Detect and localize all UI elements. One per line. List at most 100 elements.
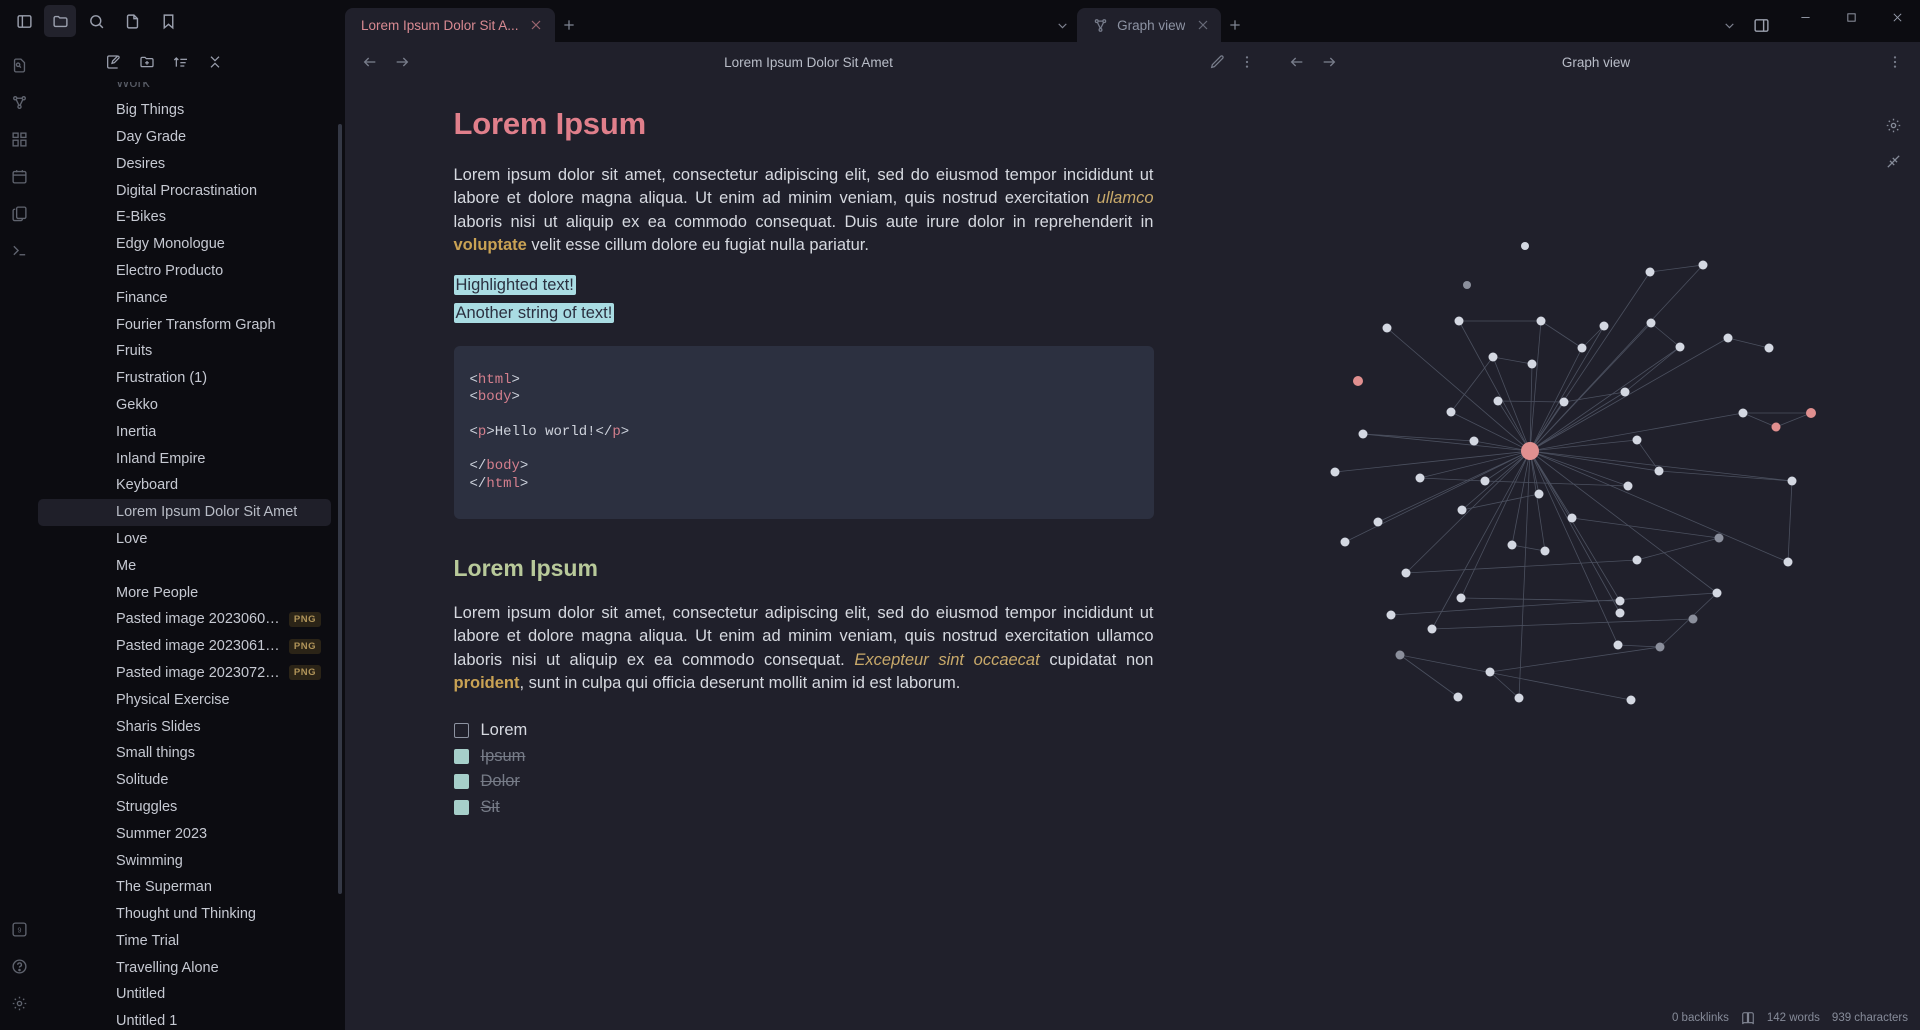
editor-content[interactable]: Lorem Ipsum Lorem ipsum dolor sit amet, …: [345, 82, 1272, 1030]
copy-icon[interactable]: [4, 198, 34, 228]
file-list-item[interactable]: Struggles: [38, 794, 331, 821]
graph-canvas[interactable]: [1272, 82, 1920, 1030]
close-icon[interactable]: [1874, 0, 1920, 34]
file-list-item[interactable]: The Superman: [38, 874, 331, 901]
file-list-item[interactable]: Small things: [38, 740, 331, 767]
tab-lorem-ipsum-dolor-sit-amet[interactable]: Lorem Ipsum Dolor Sit A...: [345, 8, 555, 42]
graph-node[interactable]: [1616, 597, 1625, 606]
graph-node[interactable]: [1624, 482, 1633, 491]
graph-node[interactable]: [1646, 268, 1655, 277]
close-icon[interactable]: [1194, 17, 1211, 34]
graph-node[interactable]: [1788, 477, 1797, 486]
graph-node[interactable]: [1784, 558, 1793, 567]
task-item[interactable]: Dolor: [454, 769, 1154, 795]
graph-svg[interactable]: [1272, 82, 1920, 1030]
canvas-icon[interactable]: [4, 124, 34, 154]
graph-node[interactable]: [1489, 353, 1498, 362]
graph-node[interactable]: [1537, 317, 1546, 326]
pencil-icon[interactable]: [1204, 49, 1230, 75]
file-list-item[interactable]: Inland Empire: [38, 445, 331, 472]
graph-node[interactable]: [1359, 430, 1368, 439]
graph-node[interactable]: [1396, 651, 1405, 660]
file-list-item[interactable]: Untitled 1: [38, 1008, 331, 1030]
help-icon[interactable]: [4, 951, 34, 981]
file-list-item[interactable]: Fruits: [38, 338, 331, 365]
graph-node[interactable]: [1578, 344, 1587, 353]
chevron-down-icon[interactable]: [1047, 8, 1077, 42]
file-list-item[interactable]: Big Things: [38, 97, 331, 124]
file-list-item[interactable]: Sharis Slides: [38, 713, 331, 740]
graph-node[interactable]: [1447, 408, 1456, 417]
graph-node[interactable]: [1699, 261, 1708, 270]
graph-node[interactable]: [1616, 609, 1625, 618]
file-list-item[interactable]: Desires: [38, 150, 331, 177]
file-list-item[interactable]: Inertia: [38, 418, 331, 445]
file-list-item[interactable]: Keyboard: [38, 472, 331, 499]
file-list-item[interactable]: Summer 2023: [38, 820, 331, 847]
graph-node[interactable]: [1457, 594, 1466, 603]
file-list-item[interactable]: Frustration (1): [38, 365, 331, 392]
task-checkbox[interactable]: [454, 723, 469, 738]
status-backlinks[interactable]: 0 backlinks: [1672, 1012, 1729, 1024]
file-list-item[interactable]: Love: [38, 526, 331, 553]
graph-node[interactable]: [1713, 589, 1722, 598]
task-item[interactable]: Lorem: [454, 718, 1154, 744]
graph-node[interactable]: [1541, 547, 1550, 556]
graph-node[interactable]: [1353, 376, 1363, 386]
graph-node[interactable]: [1374, 518, 1383, 527]
task-checkbox[interactable]: [454, 749, 469, 764]
graph-node[interactable]: [1331, 468, 1340, 477]
file-list-item[interactable]: Electro Producto: [38, 258, 331, 285]
file-list-item[interactable]: Work: [38, 82, 331, 97]
file-list-item[interactable]: E-Bikes: [38, 204, 331, 231]
task-item[interactable]: Sit: [454, 795, 1154, 821]
toggle-right-sidebar-icon[interactable]: [1744, 8, 1778, 42]
task-checkbox[interactable]: [454, 774, 469, 789]
file-list-item[interactable]: Solitude: [38, 767, 331, 794]
file-list-item[interactable]: Pasted image 20230604180900PNG: [38, 606, 331, 633]
collapse-all-icon[interactable]: [203, 50, 227, 74]
more-options-icon[interactable]: [1234, 49, 1260, 75]
graph-node[interactable]: [1765, 344, 1774, 353]
graph-node[interactable]: [1647, 319, 1656, 328]
graph-node[interactable]: [1470, 437, 1479, 446]
task-item[interactable]: Ipsum: [454, 743, 1154, 769]
graph-node[interactable]: [1481, 477, 1490, 486]
calendar-icon[interactable]: [4, 161, 34, 191]
graph-node[interactable]: [1454, 693, 1463, 702]
tab-graph-view[interactable]: Graph view: [1077, 8, 1221, 42]
arrow-right-icon[interactable]: [389, 49, 415, 75]
graph-node[interactable]: [1494, 397, 1503, 406]
bookmark-icon[interactable]: [152, 5, 184, 37]
graph-node[interactable]: [1416, 474, 1425, 483]
file-list-item[interactable]: Lorem Ipsum Dolor Sit Amet: [38, 499, 331, 526]
graph-nodes[interactable]: [1331, 242, 1817, 705]
graph-node[interactable]: [1402, 569, 1411, 578]
graph-node[interactable]: [1521, 442, 1539, 460]
status-character-count[interactable]: 939 characters: [1832, 1012, 1908, 1024]
graph-node[interactable]: [1614, 641, 1623, 650]
graph-node[interactable]: [1655, 467, 1664, 476]
graph-node[interactable]: [1715, 534, 1724, 543]
graph-node[interactable]: [1455, 317, 1464, 326]
file-list-item[interactable]: Digital Procrastination: [38, 177, 331, 204]
file-list-item[interactable]: Travelling Alone: [38, 954, 331, 981]
graph-node[interactable]: [1508, 541, 1517, 550]
file-list-item[interactable]: Physical Exercise: [38, 686, 331, 713]
file-list-item[interactable]: Day Grade: [38, 124, 331, 151]
graph-node[interactable]: [1521, 242, 1529, 250]
code-block[interactable]: <html><body><p>Hello world!</p></body></…: [454, 346, 1154, 520]
editor-scroll-area[interactable]: Lorem Ipsum Lorem ipsum dolor sit amet, …: [345, 82, 1272, 1030]
new-note-icon[interactable]: [101, 50, 125, 74]
graph-node[interactable]: [1387, 611, 1396, 620]
file-list-item[interactable]: Gekko: [38, 392, 331, 419]
graph-node[interactable]: [1515, 694, 1524, 703]
file-list-item[interactable]: Pasted image 20230725101203PNG: [38, 660, 331, 687]
terminal-icon[interactable]: [4, 235, 34, 265]
file-list-item[interactable]: More People: [38, 579, 331, 606]
command-palette-icon[interactable]: 9: [4, 914, 34, 944]
book-icon[interactable]: [1741, 1011, 1755, 1025]
graph-node[interactable]: [1528, 360, 1537, 369]
file-list-item[interactable]: Finance: [38, 284, 331, 311]
file-list-item[interactable]: Fourier Transform Graph: [38, 311, 331, 338]
